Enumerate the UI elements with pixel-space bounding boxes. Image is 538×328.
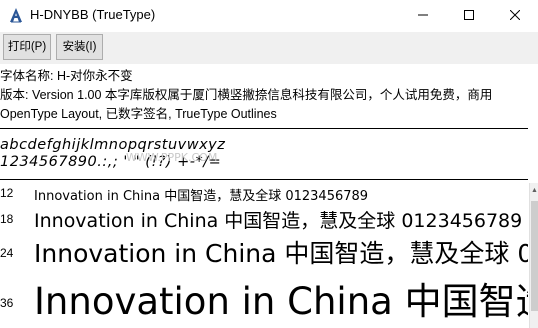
font-file-icon bbox=[8, 7, 24, 23]
maximize-icon bbox=[464, 10, 474, 20]
sample-row-18: 18 Innovation in China 中国智造，慧及全球 0123456… bbox=[0, 205, 528, 233]
divider bbox=[0, 179, 528, 180]
sample-row-24: 24 Innovation in China 中国智造，慧及全球 0123456… bbox=[0, 232, 528, 272]
charset-letters: abcdefghijklmnopqrstuvwxyz bbox=[0, 137, 226, 153]
font-name-line: 字体名称: H-对你永不变 bbox=[0, 69, 133, 83]
print-button[interactable]: 打印(P) bbox=[3, 34, 51, 60]
scroll-thumb[interactable] bbox=[531, 201, 538, 311]
close-icon bbox=[510, 10, 520, 20]
sample-text: Innovation in China 中国智造，慧及全球 0123456789 bbox=[34, 280, 528, 323]
toolbar: 打印(P) 安装(I) bbox=[0, 32, 538, 64]
sample-size-label: 36 bbox=[0, 296, 14, 310]
install-button[interactable]: 安装(I) bbox=[56, 34, 103, 60]
scroll-up-icon[interactable]: ▲ bbox=[530, 183, 538, 197]
font-info: 字体名称: H-对你永不变 版本: Version 1.00 本字库版权属于厦门… bbox=[0, 67, 536, 124]
sample-text: Innovation in China 中国智造，慧及全球 0123456789 bbox=[34, 189, 369, 204]
divider bbox=[0, 128, 528, 129]
maximize-button[interactable] bbox=[446, 0, 492, 30]
font-preview-pane: 字体名称: H-对你永不变 版本: Version 1.00 本字库版权属于厦门… bbox=[0, 64, 538, 328]
font-type-line: OpenType Layout, 已数字签名, TrueType Outline… bbox=[0, 107, 277, 121]
sample-size-label: 24 bbox=[0, 246, 14, 260]
sample-text: Innovation in China 中国智造，慧及全球 0123456789 bbox=[34, 210, 523, 232]
sample-text: Innovation in China 中国智造，慧及全球 0123456789 bbox=[34, 239, 528, 268]
sample-size-label: 12 bbox=[0, 186, 14, 200]
minimize-icon bbox=[418, 14, 428, 16]
charset-digits-symbols: 1234567890.:,; ' " (!?) +-*/= bbox=[0, 154, 222, 170]
sample-row-12: 12 Innovation in China 中国智造，慧及全球 0123456… bbox=[0, 184, 528, 204]
minimize-button[interactable] bbox=[400, 0, 446, 30]
sample-row-36: 36 Innovation in China 中国智造，慧及全球 0123456… bbox=[0, 269, 528, 328]
font-version-line: 版本: Version 1.00 本字库版权属于厦门横竖撇捺信息科技有限公司，个… bbox=[0, 88, 493, 102]
vertical-scrollbar[interactable]: ▲ bbox=[529, 183, 538, 328]
window-title: H-DNYBB (TrueType) bbox=[30, 7, 156, 22]
close-button[interactable] bbox=[492, 0, 538, 30]
sample-size-label: 18 bbox=[0, 212, 14, 226]
character-set: abcdefghijklmnopqrstuvwxyz 1234567890.:,… bbox=[0, 137, 528, 171]
title-bar: H-DNYBB (TrueType) bbox=[0, 0, 538, 32]
